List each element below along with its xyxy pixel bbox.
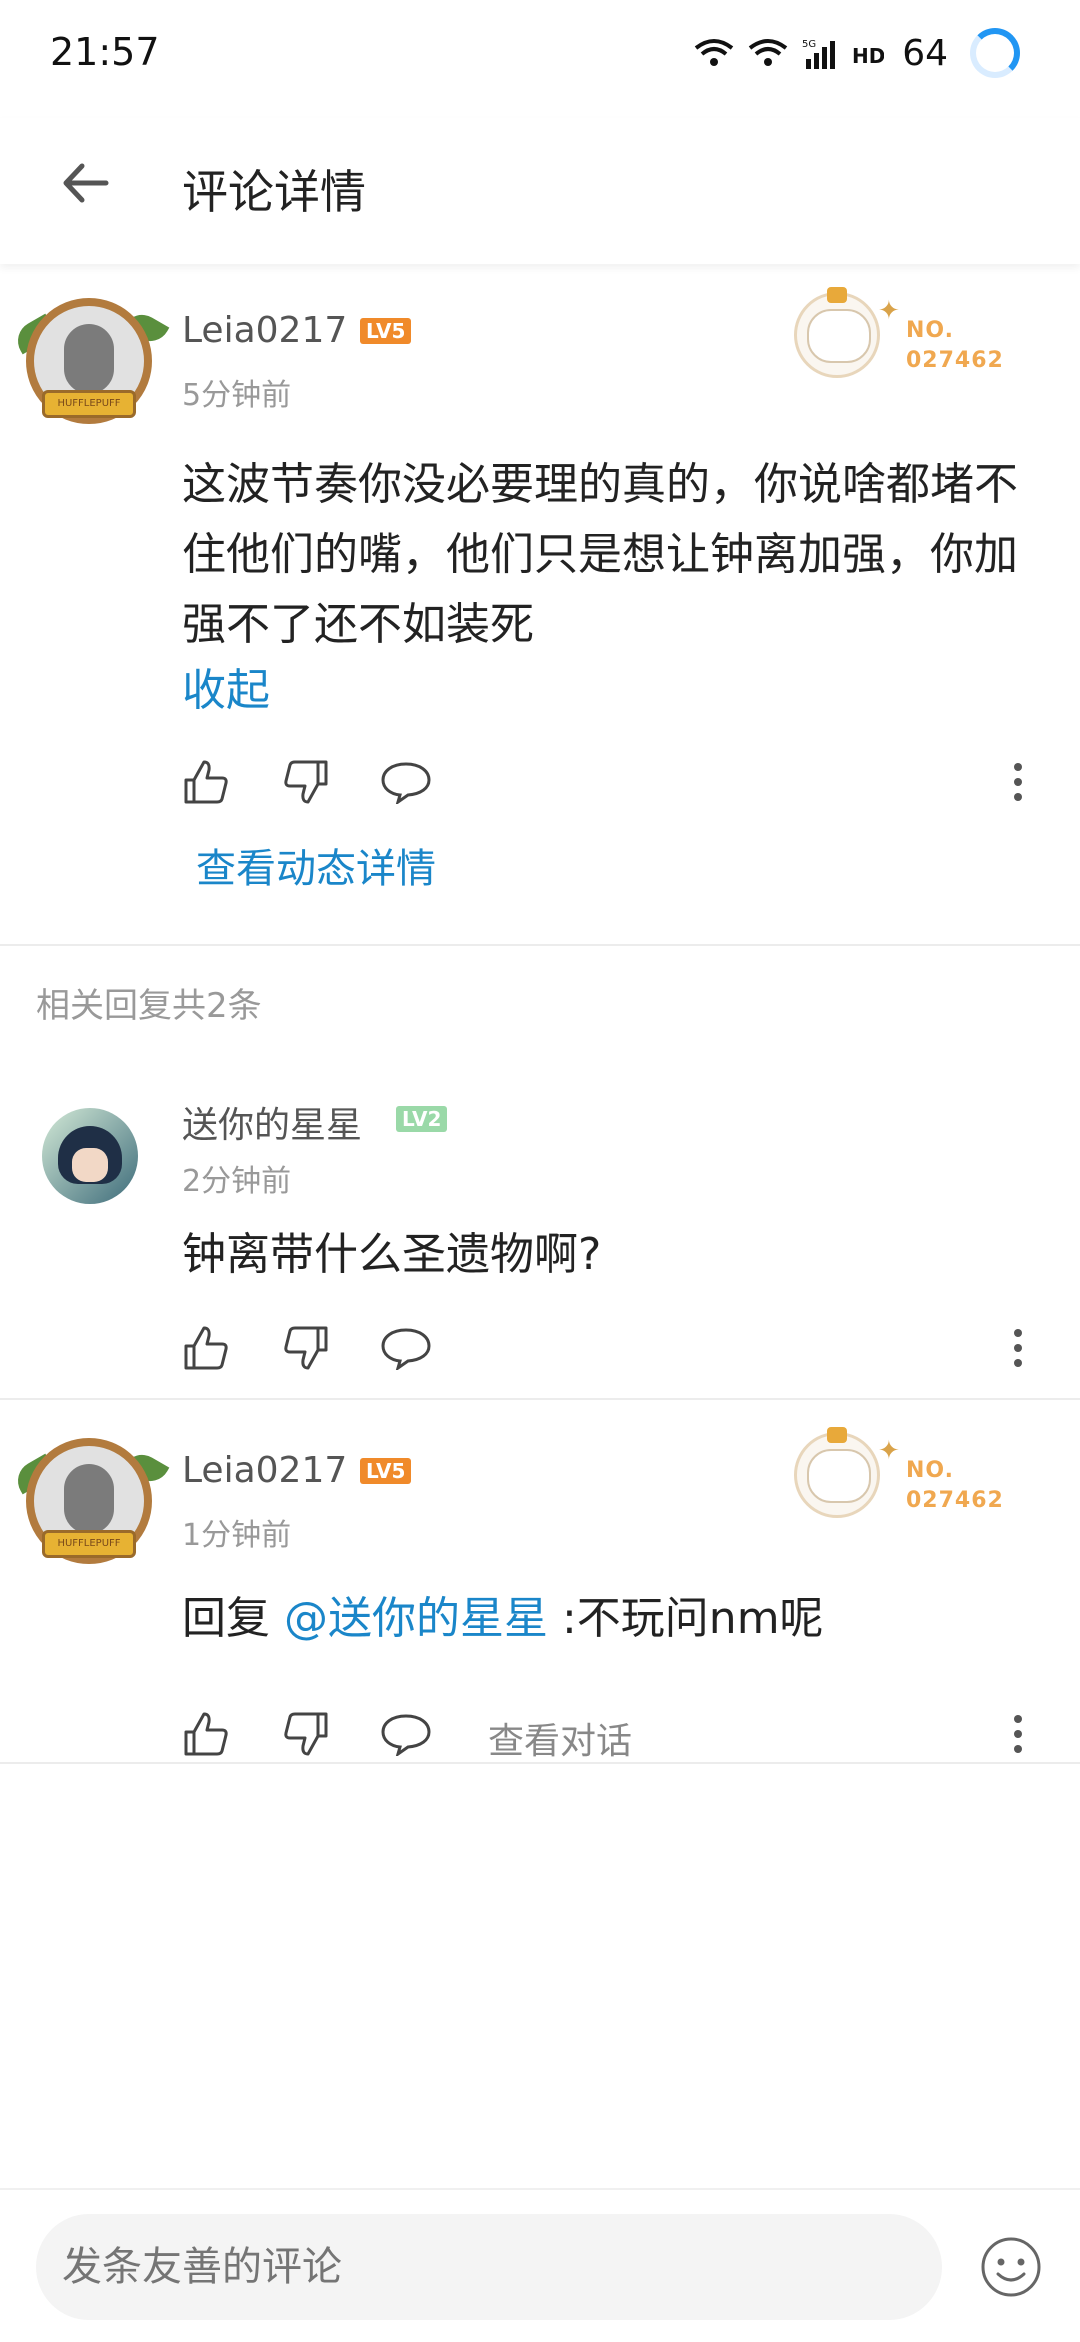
thumbs-down-icon [284, 760, 328, 804]
comment-input-bar [0, 2188, 1080, 2342]
wifi-icon [694, 39, 734, 66]
hd-icon: HD [852, 44, 884, 68]
divider [0, 1762, 1080, 1764]
thumbs-up-icon [184, 1712, 228, 1756]
avatar-frame-banner: HUFFLEPUFF [42, 390, 136, 418]
hd-label: HD [852, 44, 884, 68]
fan-number: NO. 027462 [906, 318, 1004, 373]
view-post-detail-link[interactable]: 查看动态详情 [196, 836, 436, 894]
dislike-button[interactable] [278, 1706, 334, 1762]
fan-number: NO. 027462 [906, 1458, 1004, 1513]
thumbs-down-icon [284, 1712, 328, 1756]
sparkle-icon: ✦ [878, 296, 900, 326]
comment-input[interactable] [36, 2214, 942, 2320]
main-comment: HUFFLEPUFF Leia0217 LV5 5分钟前 ✦ NO. 02746… [0, 270, 1080, 944]
page-title: 评论详情 [182, 165, 366, 219]
thumbs-up-icon [184, 1326, 228, 1370]
network-label: 5G [802, 39, 816, 50]
smiley-icon [981, 2237, 1041, 2297]
reply-button[interactable] [378, 1706, 434, 1762]
status-icons: 5G HD 64 [694, 28, 1020, 78]
avatar-frame-banner: HUFFLEPUFF [42, 1530, 136, 1558]
divider [0, 1398, 1080, 1400]
like-button[interactable] [178, 1320, 234, 1376]
status-bar: 21:57 5G HD 64 [0, 0, 1080, 118]
page-header: 评论详情 [0, 118, 1080, 264]
reply-prefix: 回复 [182, 1593, 284, 1644]
view-conversation-link[interactable]: 查看对话 [488, 1712, 632, 1764]
like-button[interactable] [178, 1706, 234, 1762]
reply-button[interactable] [378, 1320, 434, 1376]
timestamp: 2分钟前 [182, 1164, 292, 1199]
like-button[interactable] [178, 754, 234, 810]
more-button[interactable] [998, 1706, 1038, 1762]
status-time: 21:57 [50, 30, 160, 74]
dislike-button[interactable] [278, 754, 334, 810]
comment-text: 钟离带什么圣遗物啊? [182, 1229, 602, 1280]
timestamp: 5分钟前 [182, 378, 292, 413]
fan-badge[interactable]: ✦ NO. 027462 [794, 286, 1004, 386]
mention-link[interactable]: @送你的星星 [284, 1593, 548, 1644]
level-badge: LV5 [360, 1458, 412, 1484]
thumbs-down-icon [284, 1326, 328, 1370]
username[interactable]: 送你的星星 [182, 1096, 362, 1148]
mascot-icon [794, 287, 880, 378]
divider [0, 944, 1080, 946]
reply-item: 送你的星星 LV2 2分钟前 钟离带什么圣遗物啊? [0, 1080, 1080, 1398]
more-vertical-icon [1014, 1715, 1022, 1753]
arrow-left-icon [63, 163, 109, 203]
more-button[interactable] [998, 1320, 1038, 1376]
emoji-button[interactable] [980, 2236, 1042, 2298]
avatar[interactable]: HUFFLEPUFF [10, 286, 170, 436]
username[interactable]: Leia0217 [182, 1450, 347, 1491]
level-badge: LV2 [396, 1106, 448, 1132]
more-vertical-icon [1014, 1329, 1022, 1367]
back-button[interactable] [50, 148, 120, 218]
thumbs-up-icon [184, 760, 228, 804]
avatar[interactable]: HUFFLEPUFF [10, 1426, 170, 1576]
comment-actions [178, 1320, 1038, 1380]
speech-bubble-icon [381, 1328, 431, 1370]
reply-button[interactable] [378, 754, 434, 810]
wifi-icon [748, 39, 788, 66]
avatar[interactable] [42, 1108, 138, 1204]
timestamp: 1分钟前 [182, 1518, 292, 1553]
speech-bubble-icon [381, 762, 431, 804]
username[interactable]: Leia0217 [182, 310, 347, 351]
fan-badge[interactable]: ✦ NO. 027462 [794, 1426, 1004, 1526]
signal-icon: 5G [802, 39, 836, 69]
comment-text: 回复 @送你的星星 :不玩问nm呢 [182, 1584, 1042, 1654]
more-button[interactable] [998, 754, 1038, 810]
more-vertical-icon [1014, 763, 1022, 801]
related-replies-header: 相关回复共2条 [36, 986, 262, 1026]
battery-level: 64 [902, 32, 948, 74]
comment-actions: 查看对话 [178, 1706, 1038, 1766]
comment-text: 这波节奏你没必要理的真的，你说啥都堵不住他们的嘴，他们只是想让钟离加强，你加强不… [182, 459, 1018, 650]
dislike-button[interactable] [278, 1320, 334, 1376]
level-badge: LV5 [360, 318, 412, 344]
sparkle-icon: ✦ [878, 1436, 900, 1466]
speech-bubble-icon [381, 1714, 431, 1756]
collapse-link[interactable]: 收起 [182, 654, 270, 718]
reply-body: :不玩问nm呢 [548, 1593, 824, 1644]
loading-ring-icon [970, 28, 1020, 78]
comment-actions [178, 754, 1038, 814]
mascot-icon [794, 1427, 880, 1518]
reply-item: HUFFLEPUFF Leia0217 LV5 1分钟前 ✦ NO. 02746… [0, 1410, 1080, 1762]
